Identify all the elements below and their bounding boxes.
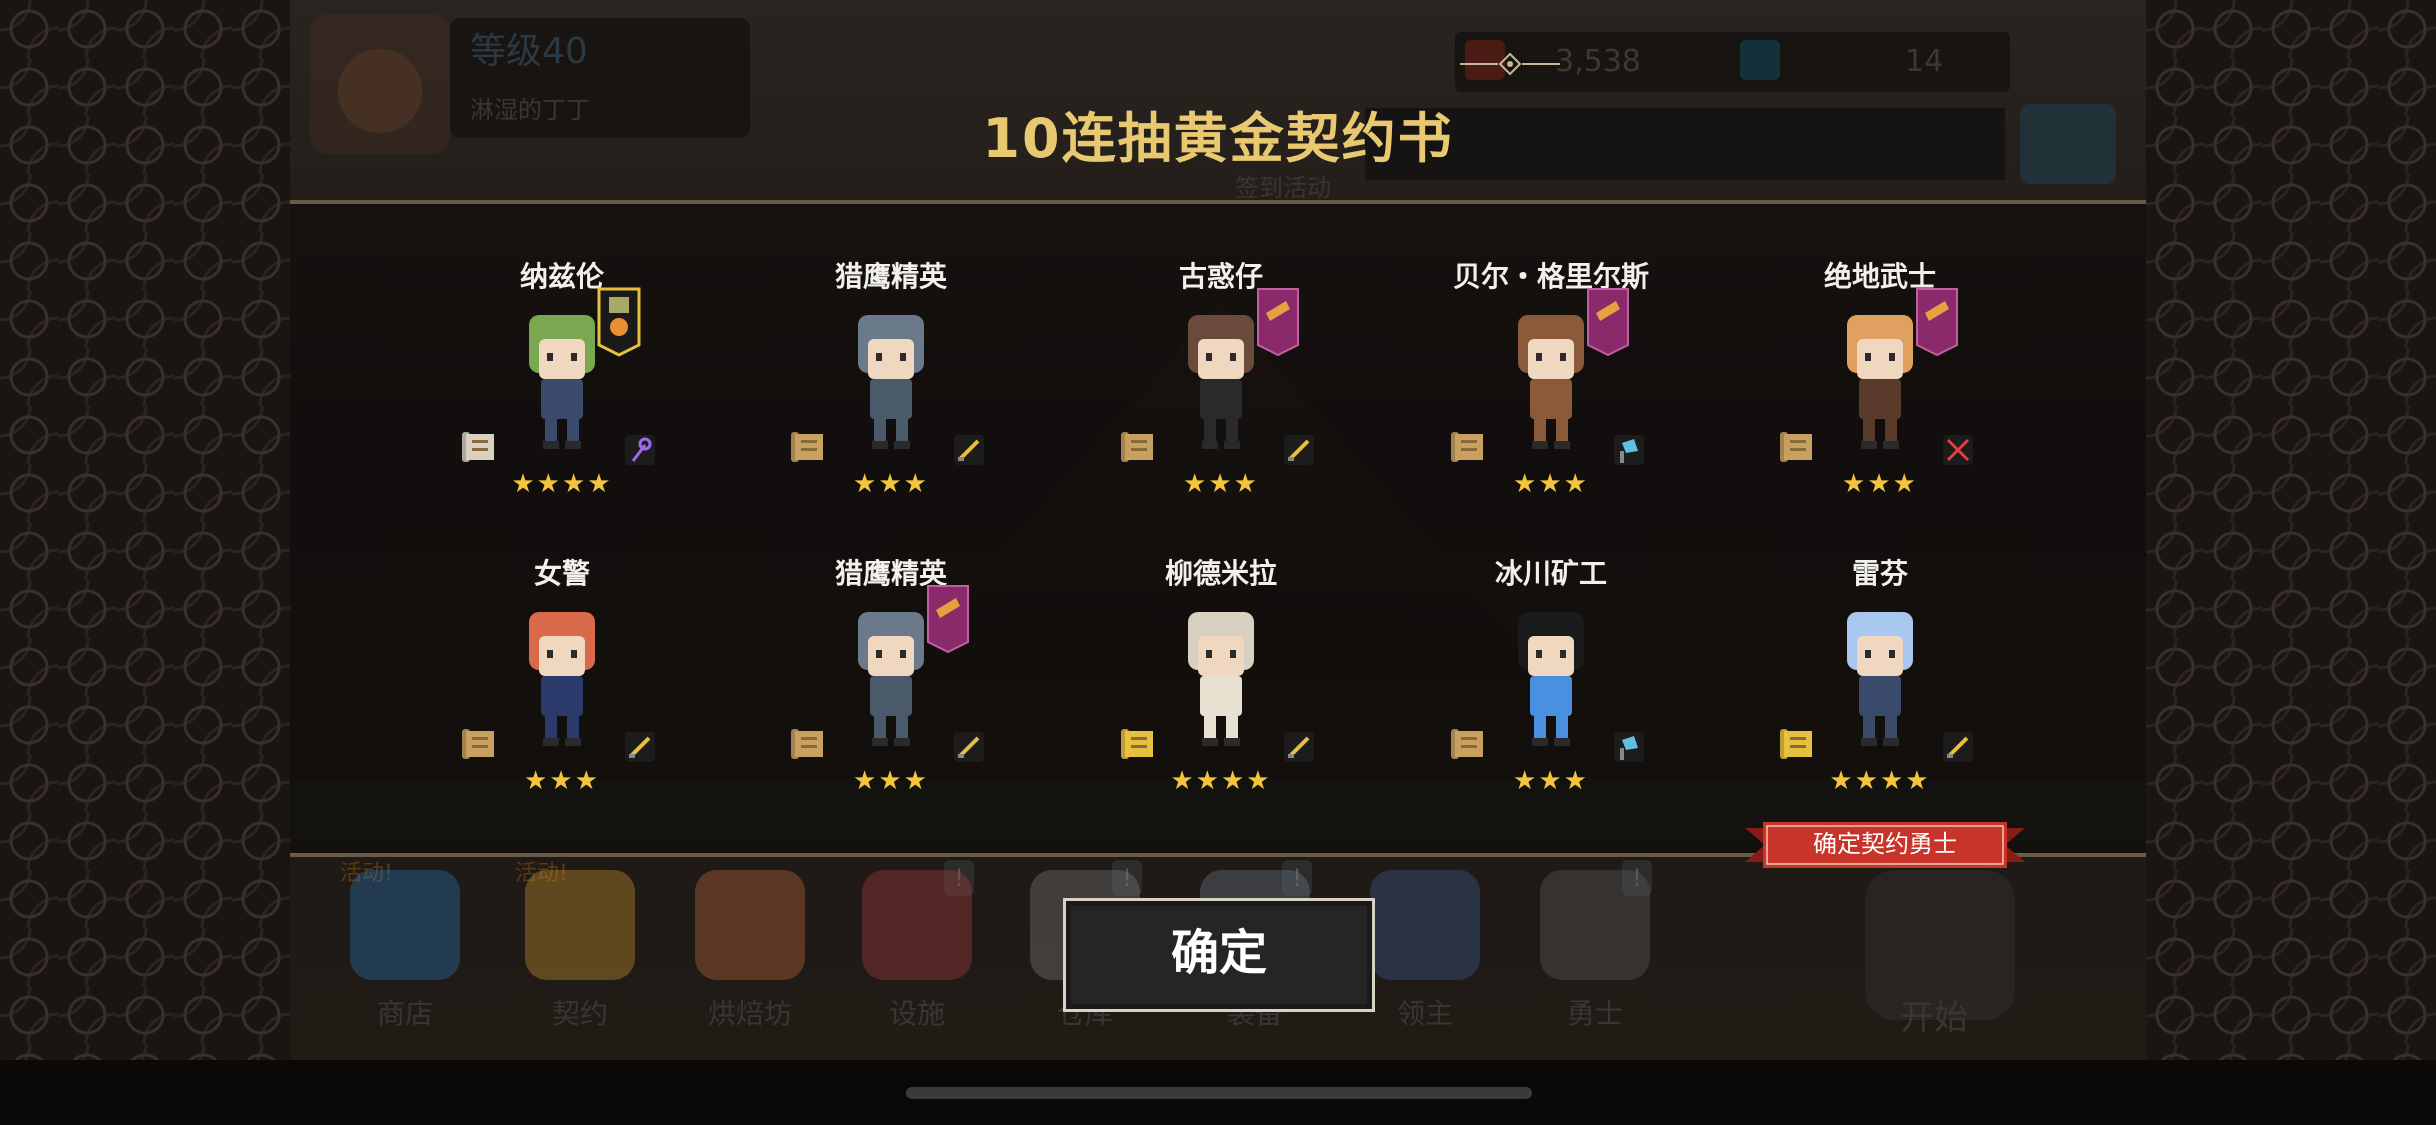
nav-warrior[interactable]: ! 勇士 xyxy=(1530,855,1660,1032)
bakery-icon xyxy=(695,870,805,980)
hero-stars: ★★★ xyxy=(1513,469,1589,499)
nav-lord[interactable]: 领主 xyxy=(1360,855,1490,1032)
hero-sprite xyxy=(836,305,946,455)
warrior-icon xyxy=(1540,870,1650,980)
nav-shop[interactable]: 活动! 商店 xyxy=(340,855,470,1032)
game-screen: 等级40 淋湿的丁丁 3,538 14 签到活动 活动! 商店 活动! 契约 烘… xyxy=(290,0,2146,1060)
lord-icon xyxy=(1370,870,1480,980)
contract-scroll-icon xyxy=(791,727,827,761)
contract-scroll-icon xyxy=(1451,727,1487,761)
hero-name: 雷芬 xyxy=(1851,557,1908,590)
hero-stars: ★★★ xyxy=(524,766,600,796)
gem-count: 14 xyxy=(1905,44,1944,79)
hero-sprite xyxy=(507,602,617,752)
purple-rank-banner-icon xyxy=(1256,287,1300,357)
hero-sprite xyxy=(1166,602,1276,752)
hero-stars: ★★★ xyxy=(853,766,929,796)
player-level: 等级40 xyxy=(470,31,588,72)
sword-icon xyxy=(625,732,655,762)
hero-card[interactable]: 纳兹伦 ★★★★ xyxy=(397,255,727,555)
hero-name: 女警 xyxy=(533,557,590,590)
nav-bakery[interactable]: 烘焙坊 xyxy=(685,855,815,1032)
shop-icon xyxy=(350,870,460,980)
coin-count: 3,538 xyxy=(1555,44,1641,79)
contract-scroll-icon xyxy=(1780,727,1816,761)
contract-icon xyxy=(525,870,635,980)
hero-card[interactable]: 贝尔・格里尔斯 ★★★ xyxy=(1386,255,1716,555)
hero-card[interactable]: 绝地武士 ★★★ xyxy=(1715,255,2045,555)
nav-label: 设施 xyxy=(888,997,945,1030)
confirm-button[interactable]: 确定 xyxy=(1063,898,1375,1012)
hero-name: 贝尔・格里尔斯 xyxy=(1452,260,1649,293)
hero-name: 猎鹰精英 xyxy=(834,260,947,293)
hero-sprite xyxy=(1496,602,1606,752)
hero-name: 绝地武士 xyxy=(1823,260,1936,293)
hero-name: 纳兹伦 xyxy=(519,260,604,293)
hero-sprite xyxy=(1825,602,1935,752)
hero-name: 冰川矿工 xyxy=(1494,557,1607,590)
right-lace-border xyxy=(2146,0,2436,1060)
contract-scroll-icon xyxy=(1121,430,1157,464)
hero-stars: ★★★ xyxy=(1842,469,1918,499)
sword-icon xyxy=(1284,435,1314,465)
axe-icon xyxy=(1614,435,1644,465)
hero-card[interactable]: 猎鹰精英 ★★★ xyxy=(726,552,1056,852)
hero-card[interactable]: 柳德米拉 ★★★★ xyxy=(1056,552,1386,852)
nav-contract[interactable]: 活动! 契约 xyxy=(515,855,645,1032)
purple-rank-banner-icon xyxy=(1586,287,1630,357)
hero-stars: ★★★★ xyxy=(1829,766,1931,796)
gold-rank-banner-icon xyxy=(597,287,641,357)
sword-icon xyxy=(1284,732,1314,762)
start-button[interactable]: 开始 xyxy=(1830,870,2050,1050)
facility-icon xyxy=(862,870,972,980)
left-lace-border xyxy=(0,0,290,1060)
contract-ribbon-label: 确定契约勇士 xyxy=(1813,830,1957,858)
title-ornament-icon xyxy=(1460,52,1560,76)
start-label: 开始 xyxy=(1900,998,1968,1038)
nav-label: 契约 xyxy=(551,997,608,1030)
hero-card[interactable]: 猎鹰精英 ★★★ xyxy=(726,255,1056,555)
purple-rank-banner-icon xyxy=(926,584,970,654)
purple-rank-banner-icon xyxy=(1915,287,1959,357)
nav-label: 商店 xyxy=(376,997,433,1030)
nav-facility[interactable]: ! 设施 xyxy=(852,855,982,1032)
crossed-swords-icon xyxy=(1943,435,1973,465)
hero-name: 古惑仔 xyxy=(1178,260,1263,293)
contract-scroll-icon xyxy=(1451,430,1487,464)
hero-name: 猎鹰精英 xyxy=(834,557,947,590)
contract-scroll-icon xyxy=(791,430,827,464)
hero-stars: ★★★★ xyxy=(511,469,613,499)
gem-icon xyxy=(1740,40,1780,80)
hero-card[interactable]: 女警 ★★★ xyxy=(397,552,727,852)
contract-scroll-icon xyxy=(1780,430,1816,464)
contract-scroll-icon xyxy=(462,727,498,761)
hero-card[interactable]: 雷芬 ★★★★ xyxy=(1715,552,2045,852)
sword-icon xyxy=(954,732,984,762)
hero-card[interactable]: 冰川矿工 ★★★ xyxy=(1386,552,1716,852)
hero-stars: ★★★ xyxy=(853,469,929,499)
sign-in-label: 签到活动 xyxy=(1235,174,1331,202)
hero-stars: ★★★ xyxy=(1183,469,1259,499)
nav-label: 烘焙坊 xyxy=(707,997,792,1030)
staff-icon xyxy=(625,435,655,465)
hero-stars: ★★★★ xyxy=(1170,766,1272,796)
nav-label: 勇士 xyxy=(1566,997,1623,1030)
home-indicator[interactable] xyxy=(906,1087,1532,1099)
hero-card[interactable]: 古惑仔 ★★★ xyxy=(1056,255,1386,555)
dialog-title: 10连抽黄金契约书 xyxy=(982,107,1454,170)
hero-name: 柳德米拉 xyxy=(1164,557,1277,590)
axe-icon xyxy=(1614,732,1644,762)
hero-stars: ★★★ xyxy=(1513,766,1589,796)
contract-scroll-icon xyxy=(1121,727,1157,761)
contract-scroll-icon xyxy=(462,430,498,464)
sword-icon xyxy=(954,435,984,465)
sword-icon xyxy=(1943,732,1973,762)
nav-label: 领主 xyxy=(1396,997,1453,1030)
confirm-contract-ribbon[interactable]: 确定契约勇士 xyxy=(1745,818,2025,872)
